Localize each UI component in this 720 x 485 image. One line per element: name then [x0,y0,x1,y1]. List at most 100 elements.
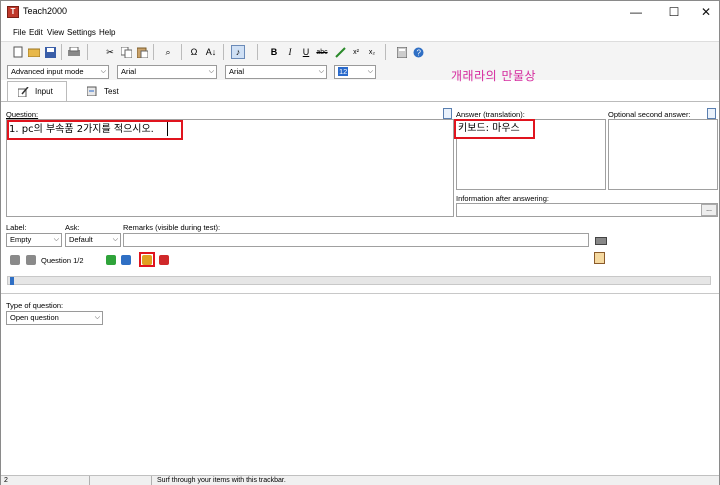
answer-label: Answer (translation): [456,110,525,119]
svg-text:?: ? [416,48,421,57]
user-icon[interactable] [594,252,605,264]
toolbar-divider [87,44,88,60]
menu-edit[interactable]: Edit [29,28,43,37]
ask-select[interactable]: Default ⌵ [65,233,121,247]
answer-font-select[interactable]: Arial ⌵ [225,65,327,79]
label-field-label: Label: [6,223,27,232]
question-label: Question: [6,110,39,119]
find-icon[interactable]: ⌕ [161,45,175,59]
previous-question-icon[interactable] [26,255,36,265]
tab-divider [1,101,719,102]
chevron-down-icon: ⌵ [112,236,118,243]
keyboard-icon[interactable] [595,237,607,245]
status-hint: Surf through your items with this trackb… [157,477,286,484]
pencil-icon [18,86,29,97]
chevron-down-icon: ⌵ [208,68,214,75]
toolbar-divider [153,44,154,60]
first-question-icon[interactable] [10,255,20,265]
copy-icon[interactable] [119,45,133,59]
menu-file[interactable]: File [13,28,26,37]
toolbar-divider [181,44,182,60]
minimize-button[interactable]: — [621,1,651,23]
tab-input-label: Input [35,87,53,96]
second-answer-input[interactable] [608,119,718,190]
status-divider [151,476,152,485]
paste-icon[interactable] [135,45,149,59]
last-question-icon[interactable] [121,255,131,265]
bold-button[interactable]: B [267,45,281,59]
font-size-select[interactable]: 12 ⌵ [334,65,376,79]
question-font-select[interactable]: Arial ⌵ [117,65,217,79]
menu-settings[interactable]: Settings [67,28,96,37]
ask-label: Ask: [65,223,80,232]
chevron-down-icon: ⌵ [367,68,373,75]
menu-view[interactable]: View [47,28,64,37]
chevron-down-icon: ⌵ [318,68,324,75]
tab-test[interactable]: Test [77,81,137,101]
next-question-icon[interactable] [106,255,116,265]
second-answer-label: Optional second answer: [608,110,691,119]
label-select[interactable]: Empty ⌵ [6,233,62,247]
italic-button[interactable]: I [283,45,297,59]
input-mode-value: Advanced input mode [11,67,84,76]
cut-icon[interactable]: ✂ [103,45,117,59]
strikethrough-button[interactable]: abc [315,45,329,59]
question-font-value: Arial [121,67,137,76]
trackbar-thumb[interactable] [10,277,14,285]
menu-help[interactable]: Help [99,28,115,37]
maximize-button[interactable]: ☐ [659,1,689,23]
font-size-value: 12 [338,67,349,76]
help-icon[interactable]: ? [411,45,425,59]
save-icon[interactable] [43,45,57,59]
handwritten-annotation: 개래라의 만물상 [451,69,537,83]
tab-input[interactable]: Input [7,81,67,101]
answer-font-value: Arial [229,67,245,76]
remarks-label: Remarks (visible during test): [123,223,221,232]
toolbar-divider [61,44,62,60]
special-character-icon[interactable]: Ω [187,45,201,59]
tab-test-label: Test [104,86,119,96]
input-mode-select[interactable]: Advanced input mode ⌵ [7,65,109,79]
test-icon [87,86,97,96]
app-logo-icon: T [7,6,19,18]
underline-button[interactable]: U [299,45,313,59]
question-text: 1. pc의 부속품 2가지를 적으시오. [9,124,154,135]
window-title: Teach2000 [23,6,68,16]
highlight-pen-icon[interactable] [333,45,347,59]
print-icon[interactable] [67,45,81,59]
question-document-icon[interactable] [443,108,452,119]
type-of-question-select[interactable]: Open question ⌵ [6,311,103,325]
question-position: Question 1/2 [41,256,84,265]
second-answer-document-icon[interactable] [707,108,716,119]
app-window: T Teach2000 — ☐ ✕ File Edit View Setting… [0,0,720,485]
sort-icon[interactable]: A↓ [204,45,218,59]
status-bar [1,475,719,485]
remarks-input[interactable] [123,233,589,247]
open-folder-icon[interactable] [27,45,41,59]
new-file-icon[interactable] [11,45,25,59]
answer-text: 키보드: 마우스 [458,123,520,134]
toolbar-divider [257,44,258,60]
calculator-icon[interactable] [395,45,409,59]
info-after-input[interactable] [456,203,718,217]
status-divider [89,476,90,485]
subscript-button[interactable]: x₂ [365,45,379,59]
sound-icon[interactable]: ♪ [231,45,245,59]
toolbar-divider [385,44,386,60]
question-trackbar[interactable] [7,276,711,285]
info-after-label: Information after answering: [456,194,549,203]
close-button[interactable]: ✕ [691,1,720,23]
chevron-down-icon: ⌵ [53,236,59,243]
superscript-button[interactable]: x² [349,45,363,59]
toolbar-divider [223,44,224,60]
add-question-icon[interactable] [142,255,152,265]
delete-question-icon[interactable] [159,255,169,265]
text-cursor [167,122,168,136]
chevron-down-icon: ⌵ [94,314,100,321]
type-of-question-value: Open question [10,313,59,322]
chevron-down-icon: ⌵ [100,68,106,75]
type-of-question-label: Type of question: [6,301,64,310]
divider [1,293,719,294]
status-item-count: 2 [4,477,8,484]
info-after-button[interactable]: ... [701,204,717,216]
